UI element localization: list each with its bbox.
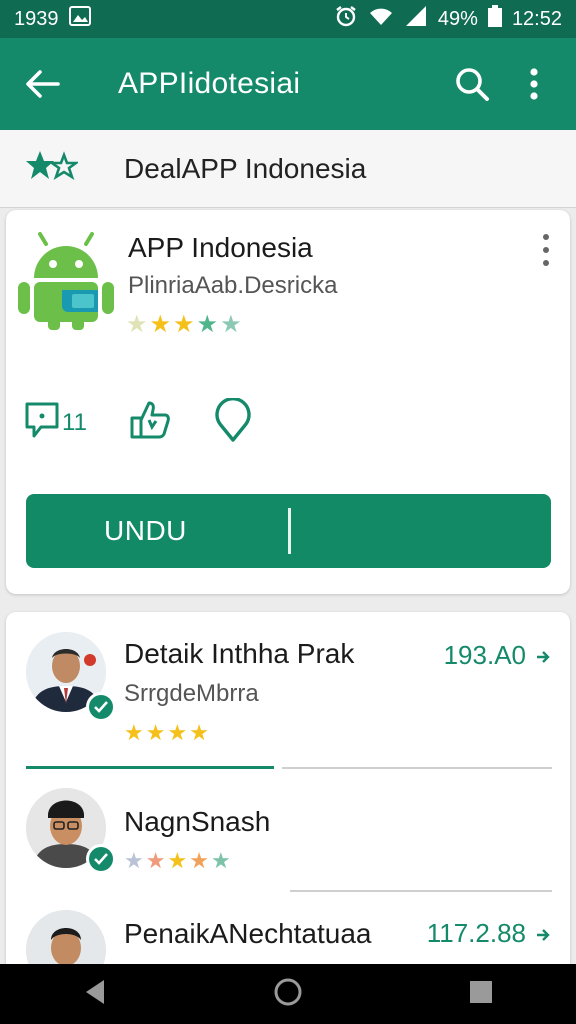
star-icon: ★ bbox=[124, 848, 144, 873]
location-action[interactable] bbox=[213, 396, 253, 447]
star-icon: ★ bbox=[210, 848, 231, 873]
location-pin-icon bbox=[213, 396, 253, 447]
value-text: 193.A0 bbox=[443, 640, 526, 670]
list-item-title: PenaikANechtatuaa bbox=[124, 918, 372, 949]
list-item[interactable]: PenaikANechtatuaa 117.2.88 bbox=[6, 902, 570, 972]
clock-time: 12:52 bbox=[511, 7, 562, 30]
recents-square-icon[interactable] bbox=[468, 979, 494, 1010]
gallery-icon bbox=[68, 6, 91, 32]
thumbs-up-icon bbox=[129, 400, 171, 445]
android-app-icon bbox=[16, 232, 116, 332]
comment-count: 11 bbox=[62, 408, 87, 436]
reviews-card: Detaik Inthha Prak SrrgdeMbrra ★ ★ ★ ★ 1… bbox=[6, 612, 570, 972]
system-nav-bar bbox=[0, 964, 576, 1024]
text-cursor bbox=[288, 508, 291, 554]
star-icon: ★ bbox=[189, 720, 209, 745]
back-arrow-icon[interactable] bbox=[18, 60, 66, 108]
back-triangle-icon[interactable] bbox=[82, 978, 108, 1011]
verified-badge-icon bbox=[86, 844, 116, 874]
star-icon: ★ bbox=[124, 720, 144, 745]
arrow-right-icon bbox=[536, 918, 550, 949]
active-divider bbox=[26, 766, 274, 769]
star-icon: ★ bbox=[220, 311, 242, 338]
verified-badge-icon bbox=[86, 692, 116, 722]
app-bar: APPIidotesiai bbox=[0, 38, 576, 130]
star-icon: ★ bbox=[149, 311, 172, 338]
list-item[interactable]: NagnSnash ★ ★ ★ ★ ★ bbox=[6, 772, 570, 892]
home-circle-icon[interactable] bbox=[273, 977, 303, 1012]
download-button[interactable]: UNDU bbox=[26, 494, 551, 568]
stars-icon bbox=[26, 149, 81, 188]
star-icon: ★ bbox=[145, 720, 166, 745]
list-item-subtitle: SrrgdeMbrra bbox=[124, 680, 259, 707]
list-item-rating: ★ ★ ★ ★ ★ bbox=[124, 848, 231, 874]
star-icon: ★ bbox=[167, 848, 188, 873]
more-vert-icon[interactable] bbox=[510, 60, 558, 108]
comment-icon bbox=[24, 401, 60, 444]
star-icon: ★ bbox=[189, 848, 209, 873]
category-header[interactable]: DealAPP Indonesia bbox=[0, 130, 576, 208]
category-label: DealAPP Indonesia bbox=[124, 152, 367, 184]
wifi-icon bbox=[368, 5, 394, 33]
star-icon: ★ bbox=[126, 311, 148, 338]
download-button-label: UNDU bbox=[104, 515, 187, 546]
alarm-icon bbox=[334, 4, 358, 34]
comment-action[interactable]: 11 bbox=[24, 401, 87, 444]
app-title: APPIidotesiai bbox=[118, 67, 301, 100]
app-name: APP Indonesia bbox=[128, 232, 313, 263]
star-icon: ★ bbox=[173, 311, 195, 338]
star-icon: ★ bbox=[196, 311, 219, 338]
avatar bbox=[26, 910, 106, 972]
battery-icon bbox=[487, 5, 502, 33]
status-left-text: 1939 bbox=[14, 7, 59, 30]
app-card[interactable]: APP Indonesia PlinriaAab.Desricka ★ ★ ★ … bbox=[6, 210, 570, 594]
list-item-value[interactable]: 193.A0 bbox=[444, 640, 550, 671]
divider bbox=[282, 767, 552, 769]
app-subtitle: PlinriaAab.Desricka bbox=[128, 272, 338, 299]
star-icon: ★ bbox=[145, 848, 166, 873]
list-item-title: NagnSnash bbox=[124, 806, 271, 837]
card-more-icon[interactable] bbox=[536, 230, 556, 270]
status-bar: 1939 49% 12:52 bbox=[0, 0, 576, 38]
divider bbox=[290, 890, 552, 892]
app-rating: ★ ★ ★ ★ ★ bbox=[126, 310, 242, 339]
signal-icon bbox=[404, 5, 428, 33]
list-item[interactable]: Detaik Inthha Prak SrrgdeMbrra ★ ★ ★ ★ 1… bbox=[6, 612, 570, 762]
value-text: 117.2.88 bbox=[426, 918, 526, 948]
list-item-title: Detaik Inthha Prak bbox=[124, 638, 355, 669]
like-action[interactable] bbox=[129, 400, 171, 445]
battery-text: 49% bbox=[437, 7, 478, 30]
app-actions: 11 bbox=[24, 396, 295, 447]
search-icon[interactable] bbox=[448, 60, 496, 108]
arrow-right-icon bbox=[536, 640, 550, 671]
list-item-value[interactable]: 117.2.88 bbox=[427, 918, 550, 949]
star-icon: ★ bbox=[167, 720, 188, 745]
list-item-rating: ★ ★ ★ ★ bbox=[124, 720, 209, 746]
